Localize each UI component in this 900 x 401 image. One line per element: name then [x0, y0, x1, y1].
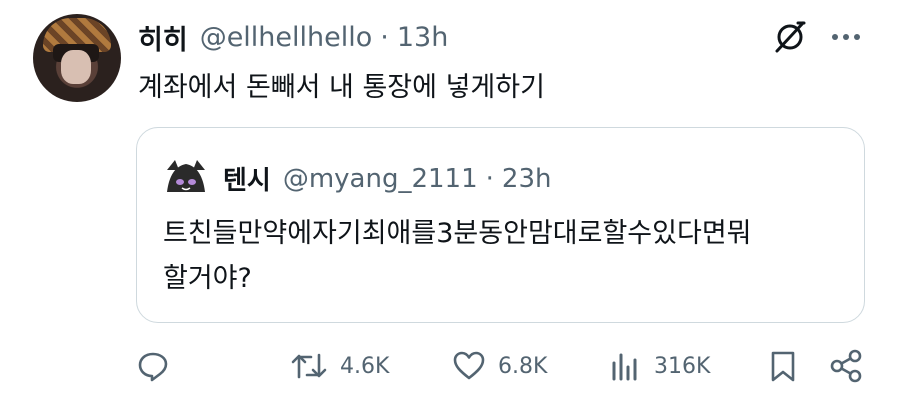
repost-button[interactable]: 4.6K: [290, 343, 389, 389]
time-separator: ·: [380, 21, 389, 53]
repost-icon: [291, 353, 327, 379]
quoted-author-handle[interactable]: @myang_2111: [283, 164, 478, 194]
quoted-author-display-name[interactable]: 텐시: [223, 160, 271, 197]
quoted-tweet-card[interactable]: 텐시 @myang_2111 · 23h 트친들만약에자기최애를3분동안맘대로할…: [136, 127, 865, 323]
bookmark-button[interactable]: [768, 343, 798, 389]
views-icon: [612, 353, 637, 381]
author-avatar[interactable]: [33, 14, 121, 102]
views-button[interactable]: 316K: [608, 343, 710, 389]
tweet-header: 히히 @ellhellhello · 13h: [138, 18, 448, 57]
heart-icon: [453, 351, 485, 380]
quoted-tweet-text-line-1: 트친들만약에자기최애를3분동안맘대로할수있다면뭐: [163, 218, 752, 249]
quoted-tweet-header: 텐시 @myang_2111 · 23h: [223, 160, 551, 197]
quoted-tweet-text: 트친들만약에자기최애를3분동안맘대로할수있다면뭐 할거야?: [163, 211, 853, 301]
tweet-text: 계좌에서 돈빼서 내 통장에 넣게하기: [138, 72, 545, 103]
like-count: 6.8K: [498, 353, 548, 379]
like-button[interactable]: 6.8K: [452, 343, 547, 389]
author-handle[interactable]: @ellhellhello: [200, 22, 373, 53]
share-icon: [830, 349, 862, 383]
avatar-face: [61, 50, 91, 84]
tweet-action-bar: 4.6K 6.8K 316K: [0, 343, 900, 389]
quoted-author-avatar[interactable]: [163, 158, 209, 194]
bookmark-icon: [771, 351, 795, 382]
reply-icon: [138, 352, 168, 382]
author-display-name[interactable]: 히히: [138, 18, 188, 57]
share-button[interactable]: [829, 343, 863, 389]
reply-button[interactable]: [136, 343, 182, 389]
quoted-tweet-time[interactable]: 23h: [502, 164, 552, 194]
repost-count: 4.6K: [340, 353, 390, 379]
more-icon[interactable]: [828, 22, 864, 52]
quoted-time-separator: ·: [485, 163, 494, 194]
grok-icon[interactable]: [773, 20, 807, 54]
views-count: 316K: [654, 353, 711, 379]
tweet-time[interactable]: 13h: [397, 22, 448, 53]
quoted-tweet-text-line-2: 할거야?: [163, 263, 252, 294]
